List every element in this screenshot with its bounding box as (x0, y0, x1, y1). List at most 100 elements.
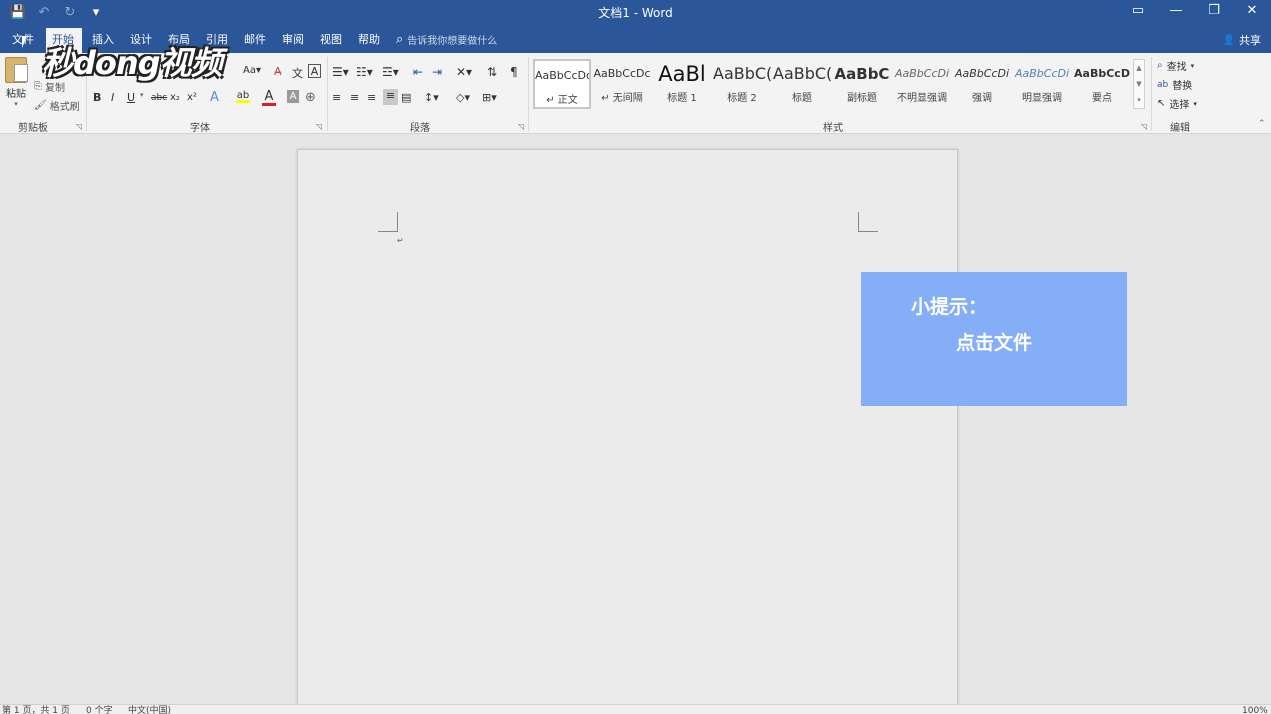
style-name: 副标题 (847, 93, 877, 104)
line-spacing-icon[interactable]: ↕▾ (424, 91, 439, 104)
group-label-font: 字体 (190, 123, 210, 134)
style-subtle-emphasis[interactable]: AaBbCcDi 不明显强调 (893, 59, 951, 109)
chevron-up-icon[interactable]: ▲ (1134, 60, 1144, 76)
collapse-ribbon-icon[interactable]: ⌃ (1258, 119, 1266, 129)
chevron-down-icon[interactable]: ▾ (140, 91, 144, 99)
shading-icon[interactable]: ◇▾ (456, 91, 470, 104)
share-button[interactable]: 👤 共享 (1223, 32, 1261, 48)
style-emphasis[interactable]: AaBbCcDi 强调 (953, 59, 1011, 109)
font-color-icon[interactable]: A (262, 89, 276, 106)
tip-text: 点击文件 (956, 332, 1033, 354)
enclose-char-icon[interactable]: ⊕ (305, 90, 316, 105)
bullets-icon[interactable]: ☰▾ (332, 65, 349, 79)
style-title[interactable]: AaBbC( 标题 (773, 59, 831, 109)
align-left-icon[interactable]: ≡ (332, 91, 341, 104)
style-no-spacing[interactable]: AaBbCcDc ↵ 无间隔 (593, 59, 651, 109)
chevron-down-icon: ▾ (1190, 61, 1195, 70)
style-normal[interactable]: AaBbCcDc ↵ 正文 (533, 59, 591, 109)
style-name: ↵ 正文 (546, 95, 578, 106)
launcher-icon[interactable]: ◹ (316, 122, 322, 131)
tell-me-text: 告诉我你想要做什么 (407, 36, 498, 47)
style-subtitle[interactable]: AaBbC 副标题 (833, 59, 891, 109)
chinese-layout-icon[interactable]: ✕▾ (456, 65, 472, 79)
clipboard-icon (5, 57, 28, 83)
increase-indent-icon[interactable]: ⇥ (432, 65, 442, 79)
select-button[interactable]: ↖ 选择 ▾ (1157, 96, 1197, 111)
bold-button[interactable]: B (93, 91, 101, 104)
watermark-logo: 秒dong视频 (42, 44, 223, 82)
style-intense-emphasis[interactable]: AaBbCcDi 明显强调 (1013, 59, 1071, 109)
close-button[interactable]: ✕ (1233, 0, 1271, 22)
word-count[interactable]: 0 个字 (86, 705, 113, 714)
replace-button[interactable]: ab 替换 (1157, 77, 1193, 93)
style-preview: AaBbCcDi (894, 67, 950, 80)
decrease-indent-icon[interactable]: ⇤ (413, 65, 423, 79)
style-strong[interactable]: AaBbCcD 要点 (1073, 59, 1131, 109)
divider (1151, 57, 1152, 131)
tip-overlay: 小提示： 点击文件 (861, 272, 1127, 406)
style-name: 明显强调 (1022, 93, 1062, 104)
tell-me-search[interactable]: ⌕ 告诉我你想要做什么 (396, 32, 497, 47)
document-page[interactable]: ↵ (297, 149, 958, 714)
status-bar: 第 1 页，共 1 页 0 个字 中文(中国) 100% (0, 704, 1271, 714)
language[interactable]: 中文(中国) (128, 705, 171, 714)
highlight-label: ab (236, 90, 250, 101)
highlight-color-icon[interactable]: ab (236, 90, 250, 103)
tab-help[interactable]: 帮助 (352, 28, 386, 53)
more-styles-icon[interactable]: ▾ (1134, 92, 1144, 108)
multilevel-list-icon[interactable]: ☲▾ (382, 65, 399, 79)
document-area: ↵ (0, 134, 1271, 714)
tab-review[interactable]: 审阅 (276, 28, 310, 53)
launcher-icon[interactable]: ◹ (76, 122, 82, 131)
text-effects-icon[interactable]: A (210, 90, 219, 105)
find-button[interactable]: ⌕ 查找 ▾ (1157, 58, 1194, 73)
style-heading-2[interactable]: AaBbC( 标题 2 (713, 59, 771, 109)
style-preview: AaBbCcDc (593, 67, 651, 80)
underline-button[interactable]: U (127, 91, 135, 104)
launcher-icon[interactable]: ◹ (1141, 122, 1147, 131)
char-shading-icon[interactable]: A (287, 90, 299, 103)
align-center-icon[interactable]: ≡ (350, 91, 359, 104)
tab-view[interactable]: 视图 (314, 28, 348, 53)
tab-mailings[interactable]: 邮件 (238, 28, 272, 53)
show-marks-icon[interactable]: ¶ (510, 65, 518, 79)
format-painter-button[interactable]: 🖌 格式刷 (34, 98, 80, 113)
restore-button[interactable]: ❐ (1195, 0, 1233, 22)
italic-button[interactable]: I (111, 91, 114, 104)
format-painter-label: 格式刷 (49, 102, 80, 113)
sort-icon[interactable]: ⇅ (487, 65, 497, 79)
borders-icon[interactable]: ⊞▾ (482, 91, 497, 104)
change-case-button[interactable]: Aa▾ (243, 65, 261, 76)
replace-label: 替换 (1172, 81, 1193, 92)
search-icon: ⌕ (1157, 60, 1163, 71)
style-preview: AaBbCcDc (535, 69, 589, 82)
phonetic-guide-icon[interactable]: 文 (292, 65, 303, 81)
replace-icon: ab (1157, 79, 1169, 90)
style-preview: AaBbC( (773, 64, 831, 83)
styles-scroll[interactable]: ▲ ▼ ▾ (1133, 59, 1145, 109)
page-count[interactable]: 第 1 页，共 1 页 (2, 705, 70, 714)
align-right-icon[interactable]: ≡ (367, 91, 376, 104)
distributed-icon[interactable]: ▤ (401, 91, 411, 104)
minimize-button[interactable]: — (1157, 0, 1195, 22)
superscript-button[interactable]: x² (187, 92, 197, 103)
margin-corner (858, 212, 878, 232)
share-label: 共享 (1239, 34, 1261, 47)
subscript-button[interactable]: x₂ (170, 92, 180, 103)
margin-corner (378, 212, 398, 232)
style-heading-1[interactable]: AaBl 标题 1 (653, 59, 711, 109)
zoom-level[interactable]: 100% (1242, 705, 1268, 714)
ribbon-display-options-icon[interactable]: ▭ (1119, 0, 1157, 22)
launcher-icon[interactable]: ◹ (518, 122, 524, 131)
char-border-icon[interactable]: A (308, 64, 321, 78)
chevron-down-icon[interactable]: ▼ (1134, 76, 1144, 92)
strikethrough-button[interactable]: abc (151, 93, 167, 103)
style-name: 标题 2 (727, 93, 757, 104)
divider (528, 57, 529, 131)
paste-button[interactable]: 粘贴 ▾ (3, 57, 29, 108)
clear-format-icon[interactable]: A̶ (274, 65, 282, 78)
numbering-icon[interactable]: ☷▾ (356, 65, 373, 79)
divider (327, 57, 328, 131)
justify-icon[interactable]: ≡ (383, 89, 398, 105)
style-preview: AaBbCcD (1074, 67, 1130, 80)
